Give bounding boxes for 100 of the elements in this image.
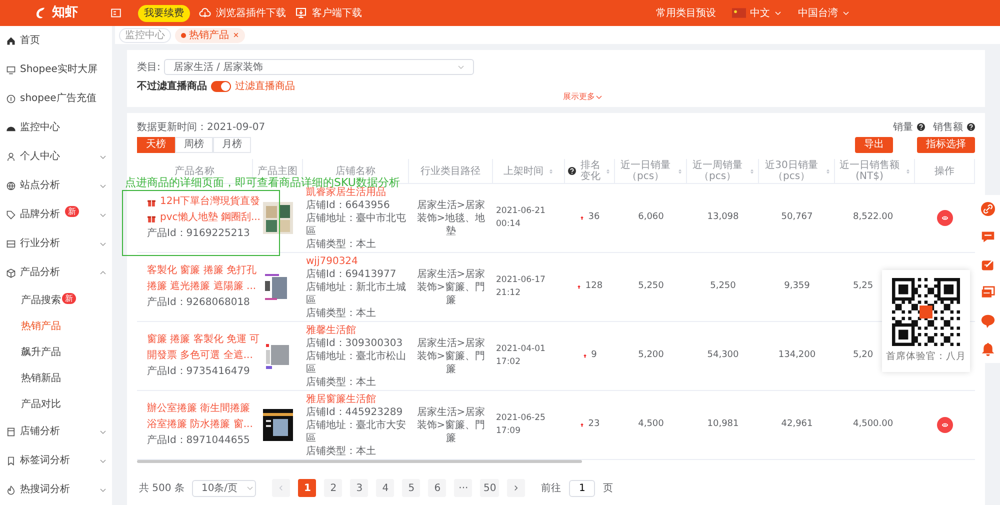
ranking-tab[interactable]: 月榜	[213, 137, 251, 153]
shop-id: 店铺Id：445923289	[306, 406, 404, 418]
flag-icon	[732, 8, 746, 18]
renew-button[interactable]: 我要续费	[138, 4, 190, 22]
tag-icon	[6, 210, 16, 220]
sidebar-item[interactable]: 站点分析	[0, 171, 112, 200]
shop-id: 店铺Id：309300303	[306, 336, 404, 350]
sidebar-item[interactable]: 产品分析	[0, 258, 112, 287]
page-input[interactable]: 1	[569, 480, 596, 496]
column-header: 操作	[934, 166, 954, 176]
sidebar-subitem[interactable]: 热销新品	[0, 365, 112, 391]
ranking-tab[interactable]: 天榜	[137, 137, 175, 153]
chevron-icon	[457, 63, 466, 71]
column-header: 近一日销量（pcs）	[620, 160, 672, 182]
page-button[interactable]: 50	[480, 479, 500, 497]
page-button[interactable]: 4	[376, 479, 394, 497]
page-tab[interactable]: 监控中心	[119, 28, 171, 42]
person-icon	[6, 152, 16, 162]
category-select[interactable]: 居家生活 / 居家装饰	[164, 59, 474, 75]
action-button[interactable]: 指标选择	[917, 137, 975, 153]
page-button[interactable]: 1	[298, 479, 316, 497]
shop-name-link[interactable]: 雅馨生活館	[306, 324, 356, 336]
product-id: 产品Id：9268068018	[147, 296, 251, 310]
language-dropdown[interactable]: 中文	[732, 6, 782, 20]
sidebar-subitem[interactable]: 热销产品	[0, 313, 112, 339]
sidebar-item[interactable]: 品牌分析 新	[0, 200, 112, 229]
message-icon[interactable]	[981, 286, 995, 300]
scrollbar[interactable]	[137, 460, 582, 463]
region-dropdown[interactable]: 中国台湾	[798, 6, 850, 20]
bell-icon[interactable]	[981, 342, 995, 356]
cloud-icon	[198, 7, 212, 19]
flame-icon	[6, 484, 16, 494]
download-link[interactable]: 客户端下载	[294, 6, 362, 20]
category-path: 居家生活>居家装饰>窗簾、門簾	[416, 336, 486, 376]
column-header: 近一日销售额(NT$)	[838, 160, 900, 182]
listing-time: 2021-06-17 21:12	[496, 274, 546, 300]
sidebar-item[interactable]: 热搜词分析	[0, 475, 112, 504]
product-name-link[interactable]: 辦公室捲簾 衛生間捲簾 浴室捲簾 防水捲簾 窗...	[147, 401, 253, 433]
shop-type: 店铺类型：本土	[306, 306, 377, 320]
globe-icon	[6, 180, 16, 190]
sidebar-item[interactable]: 个人中心	[0, 142, 112, 171]
shop-address: 店铺地址：新北市土城區	[306, 280, 406, 306]
sidebar-item[interactable]: 店铺分析	[0, 417, 112, 446]
edit-icon[interactable]	[981, 258, 995, 272]
sidebar-item[interactable]: shopee广告充值	[0, 84, 112, 113]
page-tab[interactable]: 热销产品	[175, 28, 245, 42]
live-filter-toggle[interactable]	[211, 81, 231, 92]
page-button[interactable]: 5	[402, 479, 420, 497]
product-name-link[interactable]: 客製化 窗簾 捲簾 免打孔 捲簾 遮光捲簾 遮陽簾 ...	[147, 263, 257, 295]
page-button[interactable]: ···	[454, 479, 472, 497]
table-cell-text: 5,20	[853, 349, 874, 362]
ranking-tab[interactable]: 周榜	[175, 137, 213, 153]
table-cell-text: 134,200	[778, 349, 816, 362]
product-name-link[interactable]: 12H下單台灣現貨直發 pvc懶人地墊 鋼圈刮...	[147, 194, 260, 226]
presets-link[interactable]: 常用类目预设	[656, 6, 716, 20]
shop-name-link[interactable]: wjj790324	[306, 254, 358, 268]
sidebar-subitem[interactable]: 产品搜索 新	[0, 287, 112, 313]
shop-name-link[interactable]: 雅居窗簾生活館	[306, 392, 376, 406]
view-button[interactable]	[937, 210, 953, 226]
table-cell-text: 54,300	[707, 349, 739, 362]
product-id: 产品Id：9735416479	[147, 364, 251, 379]
close-icon[interactable]	[233, 32, 239, 38]
chevron-icon	[842, 9, 850, 17]
column-header: 上架时间	[504, 166, 544, 176]
sidebar-subitem[interactable]: 飙升产品	[0, 339, 112, 365]
page-button[interactable]: 3	[350, 479, 368, 497]
logo-text: 知虾	[52, 4, 78, 22]
listing-time: 2021-06-25 17:09	[496, 412, 546, 438]
view-button[interactable]	[937, 417, 953, 433]
sidebar-item[interactable]: 行业分析	[0, 229, 112, 258]
category-path: 居家生活>居家装饰>窗簾、門簾	[416, 406, 486, 444]
sidebar-item[interactable]: 标签词分析	[0, 446, 112, 475]
column-header: 行业类目路径	[420, 166, 480, 176]
qr-code-drawing	[892, 278, 960, 346]
speech-bubble-icon[interactable]	[981, 314, 995, 328]
action-button[interactable]: 导出	[855, 137, 893, 153]
page-button[interactable]: 2	[324, 479, 342, 497]
sidebar-item[interactable]: Shopee实时大屏	[0, 55, 112, 84]
table-cell-text: 6,060	[638, 211, 664, 224]
chevron-right-icon	[513, 484, 520, 492]
column-header: 近一周销量（pcs）	[692, 160, 744, 182]
table-cell-text: 4,500.00	[853, 418, 894, 432]
sidebar-subitem[interactable]: 产品对比	[0, 391, 112, 417]
page-button[interactable]: 6	[428, 479, 446, 497]
product-name-link[interactable]: 窗簾 捲簾 客製化 免運 可 開發票 多色可選 全遮...	[147, 332, 260, 364]
coin-icon	[6, 94, 16, 104]
sidebar-item[interactable]: 监控中心	[0, 113, 112, 142]
product-id: 产品Id：9169225213	[147, 226, 251, 241]
menu-icon[interactable]	[110, 8, 122, 18]
download-link[interactable]: 浏览器插件下载	[198, 6, 286, 20]
table-cell-text: 50,767	[781, 211, 813, 224]
page-size-select[interactable]: 10条/页	[192, 480, 256, 496]
rank-change: 23	[588, 418, 600, 432]
rank-change: 9	[591, 349, 597, 362]
sidebar-item[interactable]: 首页	[0, 26, 112, 55]
chat-icon[interactable]	[981, 230, 995, 244]
show-more-link[interactable]: 展示更多	[563, 91, 603, 103]
table-cell-text: 5,250	[710, 280, 736, 294]
shop-type: 店铺类型：本土	[306, 444, 377, 458]
link-icon[interactable]	[981, 202, 995, 216]
